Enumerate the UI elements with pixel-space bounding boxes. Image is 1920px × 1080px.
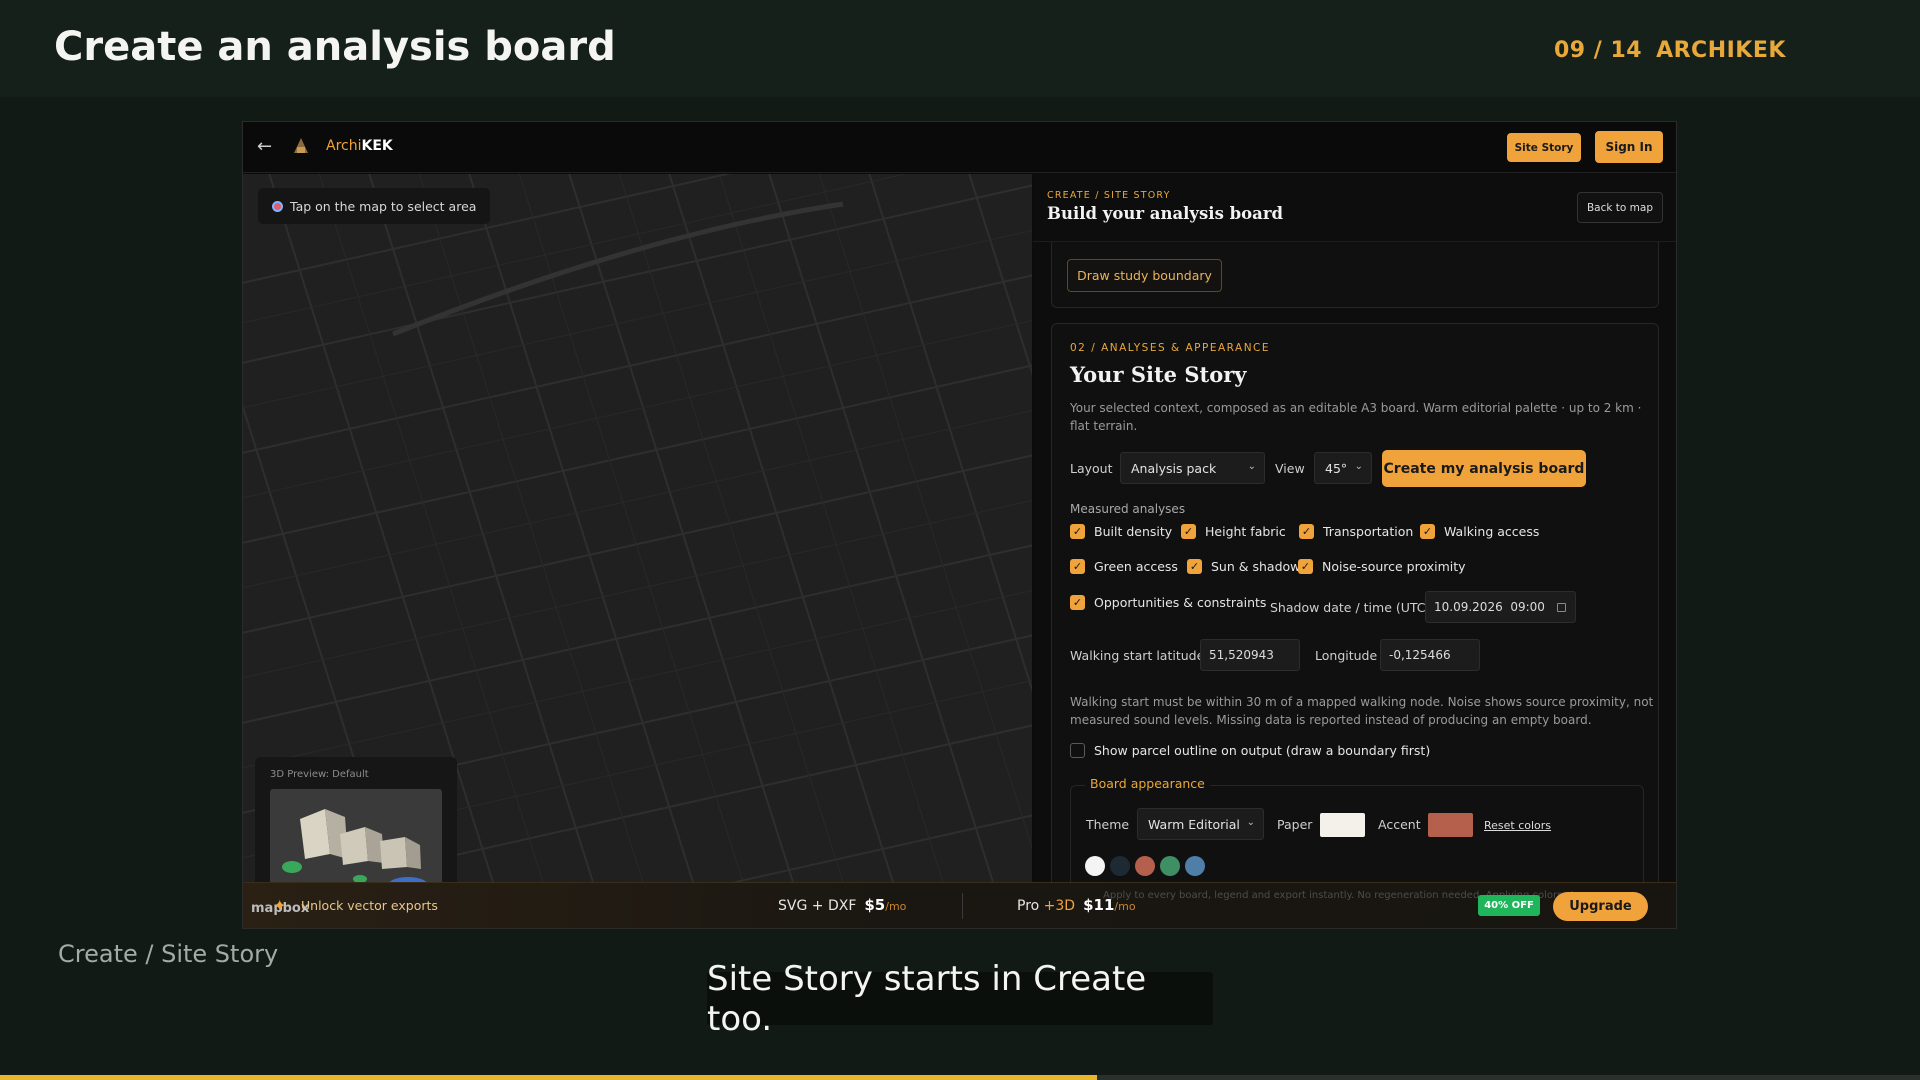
site-story-button[interactable]: Site Story (1507, 133, 1581, 162)
slide-counter: 09 / 14 ARCHIKEK (1554, 38, 1786, 63)
reset-colors-link[interactable]: Reset colors (1484, 819, 1551, 832)
divider (962, 893, 963, 919)
shadow-datetime-label: Shadow date / time (UTC) (1270, 600, 1431, 615)
layout-select[interactable]: Analysis pack ⌄ (1120, 452, 1265, 484)
chevron-down-icon: ⌄ (1247, 461, 1256, 472)
map-canvas[interactable]: Tap on the map to select area 3D Preview… (243, 174, 1032, 882)
layout-label: Layout (1070, 461, 1113, 476)
location-pin-icon (272, 200, 283, 212)
theme-label: Theme (1086, 817, 1130, 832)
checkbox-check-icon: ✓ (1420, 524, 1435, 539)
map-hint-text: Tap on the map to select area (290, 198, 477, 214)
walking-note: Walking start must be within 30 m of a m… (1070, 695, 1654, 727)
checkbox-empty-icon (1070, 743, 1085, 758)
longitude-label: Longitude (1315, 648, 1378, 663)
panel-header: CREATE / SITE STORY Build your analysis … (1033, 174, 1676, 242)
palette-swatch-blue[interactable] (1185, 856, 1205, 876)
archikek-logo-icon (294, 138, 308, 153)
3d-preview-label: 3D Preview: Default (270, 769, 369, 780)
upgrade-button[interactable]: Upgrade (1553, 892, 1648, 921)
analyses-card: 02 / ANALYSES & APPEARANCE Your Site Sto… (1051, 323, 1659, 882)
checkbox-noise-source-proximity[interactable]: ✓ Noise-source proximity (1298, 559, 1466, 574)
shadow-datetime-value: 10.09.2026 09:00 (1434, 600, 1545, 614)
sparkle-icon: ✦ (273, 896, 287, 915)
walking-latitude-label: Walking start latitude (1070, 648, 1205, 663)
checkbox-opportunities-constraints[interactable]: ✓ Opportunities & constraints (1070, 595, 1266, 610)
longitude-input[interactable]: -0,125466 (1380, 639, 1480, 671)
back-arrow-icon[interactable]: ← (257, 136, 272, 157)
slide-progress-fill (0, 1075, 1098, 1080)
sign-in-button[interactable]: Sign In (1595, 131, 1663, 163)
checkbox-height-fabric[interactable]: ✓ Height fabric (1181, 524, 1286, 539)
checkbox-show-parcel-outline[interactable]: Show parcel outline on output (draw a bo… (1070, 743, 1430, 758)
slide-title: Create an analysis board (54, 24, 616, 70)
slide-page-number: 09 / 14 (1554, 38, 1643, 63)
layout-select-value: Analysis pack (1131, 460, 1217, 476)
shadow-datetime-input[interactable]: 10.09.2026 09:00 (1425, 591, 1576, 623)
accent-color-swatch[interactable] (1428, 813, 1473, 837)
palette-swatch-white[interactable] (1085, 856, 1105, 876)
slide-subtitle: Create / Site Story (58, 940, 279, 968)
section-description: Your selected context, composed as an ed… (1070, 401, 1642, 433)
section-title: Your Site Story (1070, 362, 1247, 387)
theme-select-value: Warm Editorial (1148, 816, 1240, 832)
map-hint: Tap on the map to select area (258, 188, 491, 224)
walking-latitude-input[interactable]: 51,520943 (1200, 639, 1300, 671)
palette-swatch-terracotta[interactable] (1135, 856, 1155, 876)
view-select[interactable]: 45° ⌄ (1314, 452, 1372, 484)
board-appearance-legend: Board appearance (1085, 776, 1210, 791)
chevron-down-icon: ⌄ (1246, 817, 1255, 828)
app-logo[interactable]: ArchiKEK (326, 138, 393, 154)
checkbox-check-icon: ✓ (1070, 559, 1085, 574)
app-topbar: ← ArchiKEK Site Story Sign In (243, 122, 1676, 173)
accent-label: Accent (1378, 817, 1421, 832)
section-label: 02 / ANALYSES & APPEARANCE (1070, 342, 1271, 354)
breadcrumb: CREATE / SITE STORY (1047, 190, 1171, 201)
palette-swatch-navy[interactable] (1110, 856, 1130, 876)
checkbox-green-access[interactable]: ✓ Green access (1070, 559, 1178, 574)
checkbox-check-icon: ✓ (1070, 595, 1085, 610)
svg-dxf-plan[interactable]: SVG + DXF $5/mo (778, 896, 906, 914)
draw-study-boundary-button[interactable]: Draw study boundary (1067, 259, 1222, 292)
3d-preview-image (270, 789, 442, 882)
slide-caption: Site Story starts in Create too. (707, 959, 1213, 1039)
paper-label: Paper (1277, 817, 1313, 832)
upsell-bar: mapbox ✦ Unlock vector exports SVG + DXF… (243, 882, 1676, 928)
theme-select[interactable]: Warm Editorial ⌄ (1137, 808, 1264, 840)
paper-color-swatch[interactable] (1320, 813, 1365, 837)
site-story-panel: CREATE / SITE STORY Build your analysis … (1033, 174, 1676, 882)
checkbox-check-icon: ✓ (1298, 559, 1313, 574)
back-to-map-button[interactable]: Back to map (1577, 192, 1663, 223)
checkbox-built-density[interactable]: ✓ Built density (1070, 524, 1172, 539)
view-label: View (1275, 461, 1305, 476)
board-appearance-group: Board appearance Theme Warm Editorial ⌄ P… (1070, 776, 1644, 882)
3d-preview-card[interactable]: 3D Preview: Default (255, 757, 457, 882)
panel-title: Build your analysis board (1047, 204, 1284, 223)
checkbox-check-icon: ✓ (1187, 559, 1202, 574)
checkbox-check-icon: ✓ (1181, 524, 1196, 539)
checkbox-check-icon: ✓ (1070, 524, 1085, 539)
discount-badge: 40% OFF (1478, 895, 1540, 916)
slide-header: Create an analysis board 09 / 14 ARCHIKEK (0, 0, 1920, 97)
slide-brand: ARCHIKEK (1656, 38, 1786, 63)
unlock-vector-exports-text: Unlock vector exports (301, 898, 438, 913)
slide-progress-bar (0, 1075, 1920, 1080)
app-window: ← ArchiKEK Site Story Sign In Tap on the… (242, 121, 1677, 929)
measured-analyses-label: Measured analyses (1070, 502, 1186, 516)
calendar-icon (1557, 603, 1566, 612)
palette-swatch-green[interactable] (1160, 856, 1180, 876)
checkbox-sun-shadow[interactable]: ✓ Sun & shadow (1187, 559, 1300, 574)
view-select-value: 45° (1325, 460, 1348, 476)
create-analysis-board-button[interactable]: Create my analysis board (1382, 450, 1586, 487)
checkbox-check-icon: ✓ (1299, 524, 1314, 539)
checkbox-walking-access[interactable]: ✓ Walking access (1420, 524, 1539, 539)
study-boundary-card: Draw study boundary (1051, 234, 1659, 308)
chevron-down-icon: ⌄ (1354, 461, 1363, 472)
checkbox-transportation[interactable]: ✓ Transportation (1299, 524, 1413, 539)
